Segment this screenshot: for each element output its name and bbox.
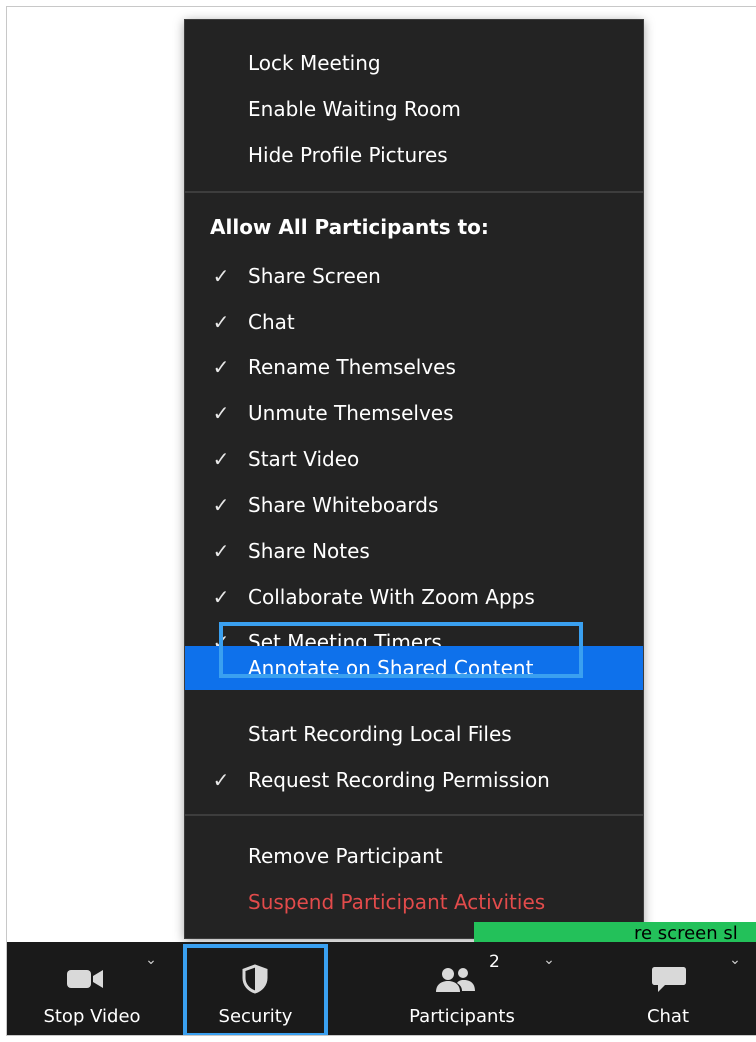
- checkmark-icon: ✓: [212, 264, 230, 288]
- menu-item-annotate-on-shared-content[interactable]: Annotate on Shared Content: [185, 646, 643, 690]
- stop-video-button[interactable]: ⌄ Stop Video: [7, 942, 177, 1035]
- menu-item-label: Start Video: [248, 447, 360, 471]
- menu-item-suspend-participant-activities[interactable]: Suspend Participant Activities: [185, 880, 643, 924]
- participants-icon: [436, 968, 475, 992]
- menu-item-enable-waiting-room[interactable]: Enable Waiting Room: [185, 87, 643, 131]
- menu-item-hide-profile-pictures[interactable]: Hide Profile Pictures: [185, 133, 643, 177]
- participants-button[interactable]: 2 ⌄ Participants: [357, 942, 567, 1035]
- checkmark-icon: ✓: [212, 401, 230, 425]
- menu-item-label: Share Whiteboards: [248, 493, 439, 517]
- checkmark-icon: ✓: [212, 493, 230, 517]
- security-label: Security: [218, 1006, 293, 1027]
- menu-item-label: Request Recording Permission: [248, 768, 550, 792]
- checkmark-icon: ✓: [212, 447, 230, 471]
- menu-item-lock-meeting[interactable]: Lock Meeting: [185, 41, 643, 85]
- menu-item-share-whiteboards[interactable]: ✓ Share Whiteboards: [185, 483, 643, 527]
- menu-item-collaborate-with-zoom-apps[interactable]: ✓ Collaborate With Zoom Apps: [185, 575, 643, 619]
- menu-item-label: Enable Waiting Room: [248, 97, 461, 121]
- menu-item-unmute-themselves[interactable]: ✓ Unmute Themselves: [185, 391, 643, 435]
- checkmark-icon: ✓: [212, 768, 230, 792]
- menu-item-label: Start Recording Local Files: [248, 722, 512, 746]
- menu-item-request-recording-permission[interactable]: ✓ Request Recording Permission: [185, 758, 643, 802]
- menu-item-label: Lock Meeting: [248, 51, 381, 75]
- chat-bubble-icon: [652, 967, 686, 992]
- menu-item-label: Remove Participant: [248, 844, 443, 868]
- chat-button[interactable]: ⌄ Chat: [627, 942, 756, 1035]
- chat-label: Chat: [646, 1006, 690, 1027]
- participants-count-badge: 2: [489, 952, 500, 972]
- menu-item-start-video[interactable]: ✓ Start Video: [185, 437, 643, 481]
- participants-label: Participants: [409, 1006, 515, 1027]
- menu-separator: [185, 191, 643, 193]
- checkmark-icon: ✓: [212, 310, 230, 334]
- menu-item-label: Hide Profile Pictures: [248, 143, 448, 167]
- video-camera-icon: [67, 970, 103, 988]
- meeting-window: Lock Meeting Enable Waiting Room Hide Pr…: [6, 6, 756, 1036]
- chevron-down-icon[interactable]: ⌄: [541, 952, 557, 968]
- menu-item-label: Share Screen: [248, 264, 381, 288]
- menu-item-label: Annotate on Shared Content: [248, 656, 534, 680]
- menu-item-chat[interactable]: ✓ Chat: [185, 300, 643, 344]
- security-button[interactable]: Security: [183, 942, 328, 1035]
- checkmark-icon: ✓: [212, 539, 230, 563]
- security-menu: Lock Meeting Enable Waiting Room Hide Pr…: [184, 19, 644, 939]
- menu-item-label: Suspend Participant Activities: [248, 890, 546, 914]
- menu-item-start-recording-local-files[interactable]: Start Recording Local Files: [185, 712, 643, 756]
- checkmark-icon: ✓: [212, 585, 230, 609]
- menu-item-rename-themselves[interactable]: ✓ Rename Themselves: [185, 345, 643, 389]
- menu-item-label: Unmute Themselves: [248, 401, 454, 425]
- stop-video-label: Stop Video: [43, 1006, 141, 1027]
- meeting-toolbar: ⌄ Stop Video Security 2 ⌄ Participants ⌄…: [7, 942, 756, 1035]
- checkmark-icon: ✓: [212, 355, 230, 379]
- menu-separator: [185, 814, 643, 816]
- menu-item-label: Collaborate With Zoom Apps: [248, 585, 535, 609]
- menu-item-label: Share Notes: [248, 539, 370, 563]
- chevron-down-icon[interactable]: ⌄: [143, 952, 159, 968]
- shield-icon: [242, 964, 268, 994]
- menu-item-share-screen[interactable]: ✓ Share Screen: [185, 254, 643, 298]
- menu-item-label: Chat: [248, 310, 295, 334]
- menu-item-share-notes[interactable]: ✓ Share Notes: [185, 529, 643, 573]
- menu-item-remove-participant[interactable]: Remove Participant: [185, 834, 643, 878]
- menu-item-label: Rename Themselves: [248, 355, 456, 379]
- chevron-down-icon[interactable]: ⌄: [727, 952, 743, 968]
- permissions-heading: Allow All Participants to:: [210, 215, 489, 239]
